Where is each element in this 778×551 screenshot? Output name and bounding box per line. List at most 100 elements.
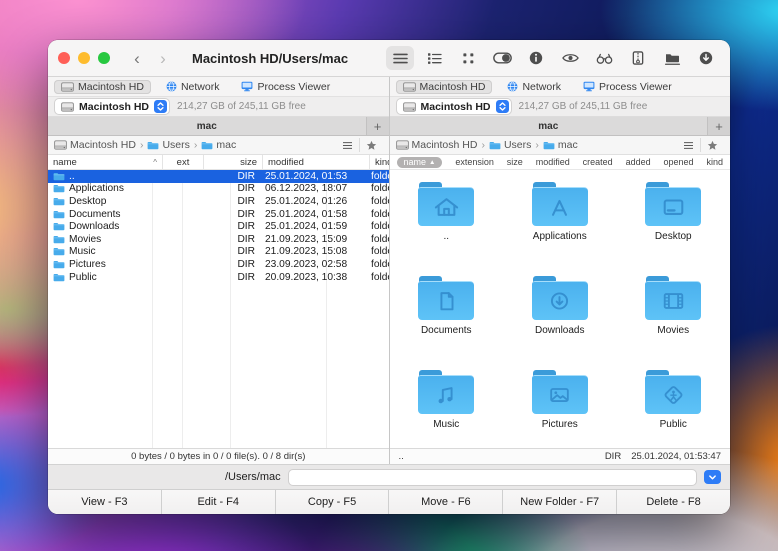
breadcrumb-mac[interactable]: mac [201, 139, 236, 151]
table-row-downloads[interactable]: DownloadsDIR25.01.2024, 01:59folder [48, 220, 389, 233]
sort-column-modified[interactable]: modified [536, 157, 570, 167]
folder-icon [53, 260, 65, 269]
sort-column-size[interactable]: size [507, 157, 523, 167]
grid-item-pictures[interactable]: Pictures [503, 363, 617, 448]
binoculars-button[interactable] [590, 46, 618, 70]
back-button[interactable]: ‹ [124, 50, 150, 67]
folder-icon [645, 182, 701, 226]
grid-item-documents[interactable]: Documents [390, 269, 504, 363]
fn-button-move-f6[interactable]: Move - F6 [389, 490, 503, 514]
grid-item-music[interactable]: Music [390, 363, 504, 448]
detail-list-view-button[interactable] [420, 46, 448, 70]
status-kind: DIR [605, 451, 621, 462]
titlebar: ‹ › Macintosh HD/Users/mac [48, 40, 730, 77]
grid-item-movies[interactable]: Movies [617, 269, 731, 363]
fn-button-new-folder-f7[interactable]: New Folder - F7 [503, 490, 617, 514]
favorite-macintosh-hd[interactable]: Macintosh HD [396, 80, 493, 94]
dual-panes: Macintosh HDNetworkProcess ViewerMacinto… [48, 77, 730, 464]
sort-column-kind[interactable]: kind [706, 157, 723, 167]
column-header-ext[interactable]: ext [163, 155, 204, 169]
favorites-bar: Macintosh HD Network Process Viewer [390, 77, 731, 97]
table-row-public[interactable]: PublicDIR20.09.2023, 10:38folder [48, 271, 389, 284]
cell-modified: 20.09.2023, 10:38 [260, 271, 366, 284]
view-menu-button[interactable] [336, 138, 359, 152]
minimize-button[interactable] [78, 52, 90, 64]
table-row-pictures[interactable]: PicturesDIR23.09.2023, 02:58folder [48, 258, 389, 271]
eye-button[interactable] [556, 46, 584, 70]
sort-column-added[interactable]: added [626, 157, 651, 167]
toggle-switch-button[interactable] [488, 46, 516, 70]
command-input[interactable] [288, 469, 697, 486]
cell-size: DIR [202, 258, 260, 271]
sort-column-created[interactable]: created [583, 157, 613, 167]
volume-bar: Macintosh HD214,27 GB of 245,11 GB free [390, 97, 731, 117]
grid-item-downloads[interactable]: Downloads [503, 269, 617, 363]
column-header-row: name^extsizemodifiedkind [48, 155, 389, 170]
download-button[interactable] [692, 46, 720, 70]
favorite-network[interactable]: Network [159, 80, 227, 94]
tab-mac[interactable]: mac [390, 117, 709, 135]
favorite-network[interactable]: Network [500, 80, 568, 94]
sort-column-name[interactable]: name▲ [397, 157, 443, 168]
grid-item-public[interactable]: Public [617, 363, 731, 448]
function-key-bar: View - F3Edit - F4Copy - F5Move - F6New … [48, 489, 730, 514]
network-share-button[interactable] [658, 46, 686, 70]
favorite-process-viewer[interactable]: Process Viewer [234, 80, 337, 94]
favorite-macintosh-hd[interactable]: Macintosh HD [54, 80, 151, 94]
fn-button-copy-f5[interactable]: Copy - F5 [276, 490, 390, 514]
cell-name: Public [48, 271, 162, 284]
tab-mac[interactable]: mac [48, 117, 367, 135]
volume-stepper-icon[interactable] [496, 100, 509, 113]
view-menu-button[interactable] [677, 138, 700, 152]
breadcrumb-users[interactable]: Users [489, 139, 531, 151]
table-row-desktop[interactable]: DesktopDIR25.01.2024, 01:26folder [48, 195, 389, 208]
sort-column-extension[interactable]: extension [455, 157, 494, 167]
volume-stepper-icon[interactable] [154, 100, 167, 113]
table-row-movies[interactable]: MoviesDIR21.09.2023, 15:09folder [48, 233, 389, 246]
table-row-up[interactable]: ..DIR25.01.2024, 01:53folder [48, 170, 389, 183]
grid-item-up[interactable]: .. [390, 175, 504, 269]
favorite-star-button[interactable] [359, 138, 383, 152]
grid-item-desktop[interactable]: Desktop [617, 175, 731, 269]
star-icon [707, 140, 718, 151]
right-pane: Macintosh HDNetworkProcess ViewerMacinto… [389, 77, 731, 464]
sort-column-opened[interactable]: opened [664, 157, 694, 167]
close-button[interactable] [58, 52, 70, 64]
info-button[interactable] [522, 46, 550, 70]
globe-icon [507, 81, 518, 92]
breadcrumb-users[interactable]: Users [147, 139, 189, 151]
fn-button-delete-f8[interactable]: Delete - F8 [617, 490, 730, 514]
favorite-star-button[interactable] [700, 138, 724, 152]
column-header-size[interactable]: size [204, 155, 263, 169]
file-list: ..DIR25.01.2024, 01:53folderApplications… [48, 170, 389, 448]
column-header-name[interactable]: name^ [48, 155, 163, 169]
grid-item-applications[interactable]: Applications [503, 175, 617, 269]
current-path-label: /Users/mac [225, 471, 281, 483]
breadcrumb-macintosh-hd[interactable]: Macintosh HD [396, 139, 478, 151]
command-history-dropdown-button[interactable] [704, 470, 721, 484]
traffic-lights [58, 52, 110, 64]
sort-label: name [404, 157, 427, 167]
new-tab-button[interactable]: + [367, 117, 389, 135]
archive-button[interactable] [624, 46, 652, 70]
new-tab-button[interactable]: + [708, 117, 730, 135]
forward-button[interactable]: › [150, 50, 176, 67]
volume-selector[interactable]: Macintosh HD [54, 98, 170, 115]
breadcrumb-mac[interactable]: mac [543, 139, 578, 151]
table-row-music[interactable]: MusicDIR21.09.2023, 15:08folder [48, 246, 389, 259]
table-row-applications[interactable]: ApplicationsDIR06.12.2023, 18:07folder [48, 183, 389, 196]
column-header-modified[interactable]: modified [263, 155, 370, 169]
zoom-button[interactable] [98, 52, 110, 64]
cell-size: DIR [202, 271, 260, 284]
favorite-process-viewer[interactable]: Process Viewer [576, 80, 679, 94]
grid-view-button[interactable] [454, 46, 482, 70]
cell-ext [162, 195, 202, 208]
fn-button-edit-f4[interactable]: Edit - F4 [162, 490, 276, 514]
volume-selector[interactable]: Macintosh HD [396, 98, 512, 115]
cell-kind: folder [366, 208, 389, 221]
list-view-button[interactable] [386, 46, 414, 70]
breadcrumb-macintosh-hd[interactable]: Macintosh HD [54, 139, 136, 151]
table-row-documents[interactable]: DocumentsDIR25.01.2024, 01:58folder [48, 208, 389, 221]
fn-button-view-f3[interactable]: View - F3 [48, 490, 162, 514]
cell-size: DIR [202, 208, 260, 221]
